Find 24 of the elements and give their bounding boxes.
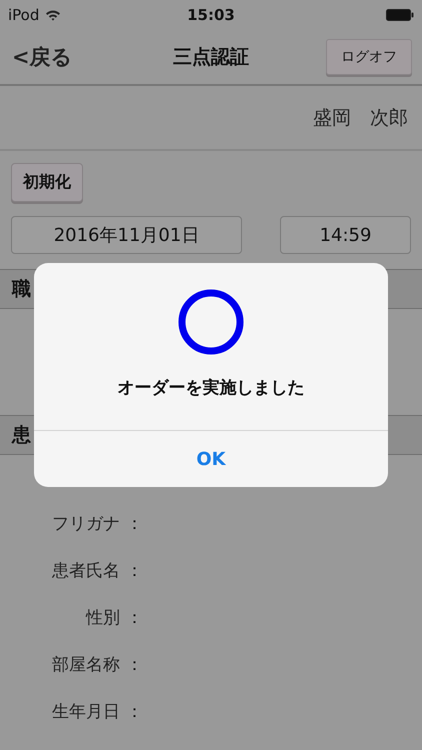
colon-mark: ： [126, 607, 143, 629]
colon-mark: ： [126, 701, 143, 723]
user-name: 盛岡 次郎 [313, 106, 408, 130]
time-field[interactable]: 14:59 [280, 216, 411, 254]
ok-button[interactable]: OK [34, 430, 388, 487]
colon-mark: ： [126, 513, 143, 535]
screen-title: 三点認証 [173, 45, 249, 70]
colon-mark: ： [126, 654, 143, 676]
colon-mark: ： [126, 560, 143, 582]
date-field[interactable]: 2016年11月01日 [11, 216, 242, 254]
battery-icon [386, 9, 414, 21]
alert-message: オーダーを実施しました [118, 377, 304, 399]
reset-button[interactable]: 初期化 [11, 163, 83, 202]
field-label: フリガナ [51, 513, 120, 535]
field-label: 患者氏名 [51, 560, 120, 582]
status-time: 15:03 [187, 6, 235, 24]
field-label: 性別 [84, 607, 120, 629]
logoff-button[interactable]: ログオフ [326, 39, 412, 75]
circle-icon [177, 288, 245, 356]
wifi-icon [45, 9, 62, 21]
carrier-label: iPod [8, 6, 40, 24]
field-label: 生年月日 [51, 701, 120, 723]
back-button[interactable]: <戻る [12, 43, 73, 71]
field-label: 部屋名称 [51, 654, 120, 676]
